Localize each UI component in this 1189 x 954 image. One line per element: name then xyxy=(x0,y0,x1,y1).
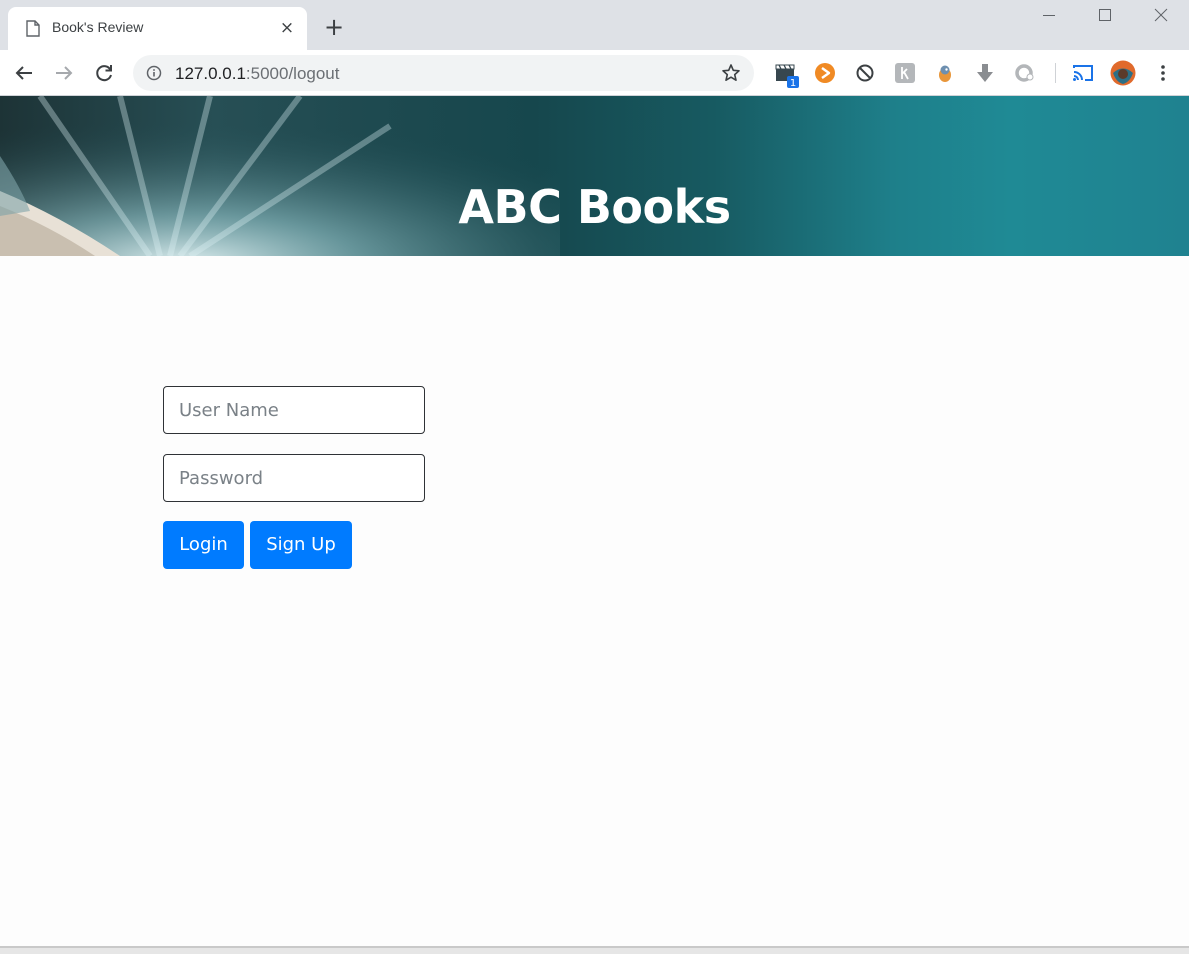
bird-extension-icon[interactable] xyxy=(934,62,956,84)
extension-badge: 1 xyxy=(790,78,796,89)
window-bottom-edge xyxy=(0,946,1189,954)
tab-title: Book's Review xyxy=(52,19,144,35)
username-input[interactable] xyxy=(163,386,425,434)
site-title: ABC Books xyxy=(458,180,731,234)
window-close-icon[interactable] xyxy=(1138,0,1184,32)
header-banner: ABC Books xyxy=(0,96,1189,256)
reload-icon[interactable] xyxy=(90,59,118,87)
page-content: ABC Books Login Sign Up xyxy=(0,96,1189,946)
plus-icon[interactable]: + xyxy=(322,15,346,39)
signup-button[interactable]: Sign Up xyxy=(250,521,352,569)
page-icon xyxy=(26,20,40,37)
cast-icon[interactable] xyxy=(1072,62,1094,84)
browser-tab[interactable]: Book's Review × xyxy=(8,7,307,50)
play-extension-icon[interactable] xyxy=(814,62,836,84)
ring-extension-icon[interactable] xyxy=(1014,62,1036,84)
url-text[interactable]: 127.0.0.1:5000/logout xyxy=(175,64,340,84)
download-extension-icon[interactable] xyxy=(974,62,996,84)
tab-strip: Book's Review × + xyxy=(0,0,1189,50)
browser-toolbar: 127.0.0.1:5000/logout 1 xyxy=(0,50,1189,96)
url-host: 127.0.0.1 xyxy=(175,64,246,83)
toolbar-separator xyxy=(1055,63,1056,83)
close-icon[interactable]: × xyxy=(277,18,297,38)
block-extension-icon[interactable] xyxy=(854,62,876,84)
url-path: :5000/logout xyxy=(245,64,340,83)
address-bar[interactable]: 127.0.0.1:5000/logout xyxy=(133,55,754,91)
forward-icon[interactable] xyxy=(50,59,78,87)
password-input[interactable] xyxy=(163,454,425,502)
star-icon[interactable] xyxy=(721,63,741,83)
maximize-icon[interactable] xyxy=(1082,0,1128,32)
minimize-icon[interactable] xyxy=(1026,0,1072,32)
k-extension-icon[interactable] xyxy=(894,62,916,84)
back-icon[interactable] xyxy=(10,59,38,87)
login-button[interactable]: Login xyxy=(163,521,244,569)
info-icon[interactable] xyxy=(146,65,162,81)
profile-avatar[interactable] xyxy=(1110,60,1136,86)
clapper-extension-icon[interactable]: 1 xyxy=(774,61,802,89)
menu-icon[interactable] xyxy=(1152,62,1174,84)
